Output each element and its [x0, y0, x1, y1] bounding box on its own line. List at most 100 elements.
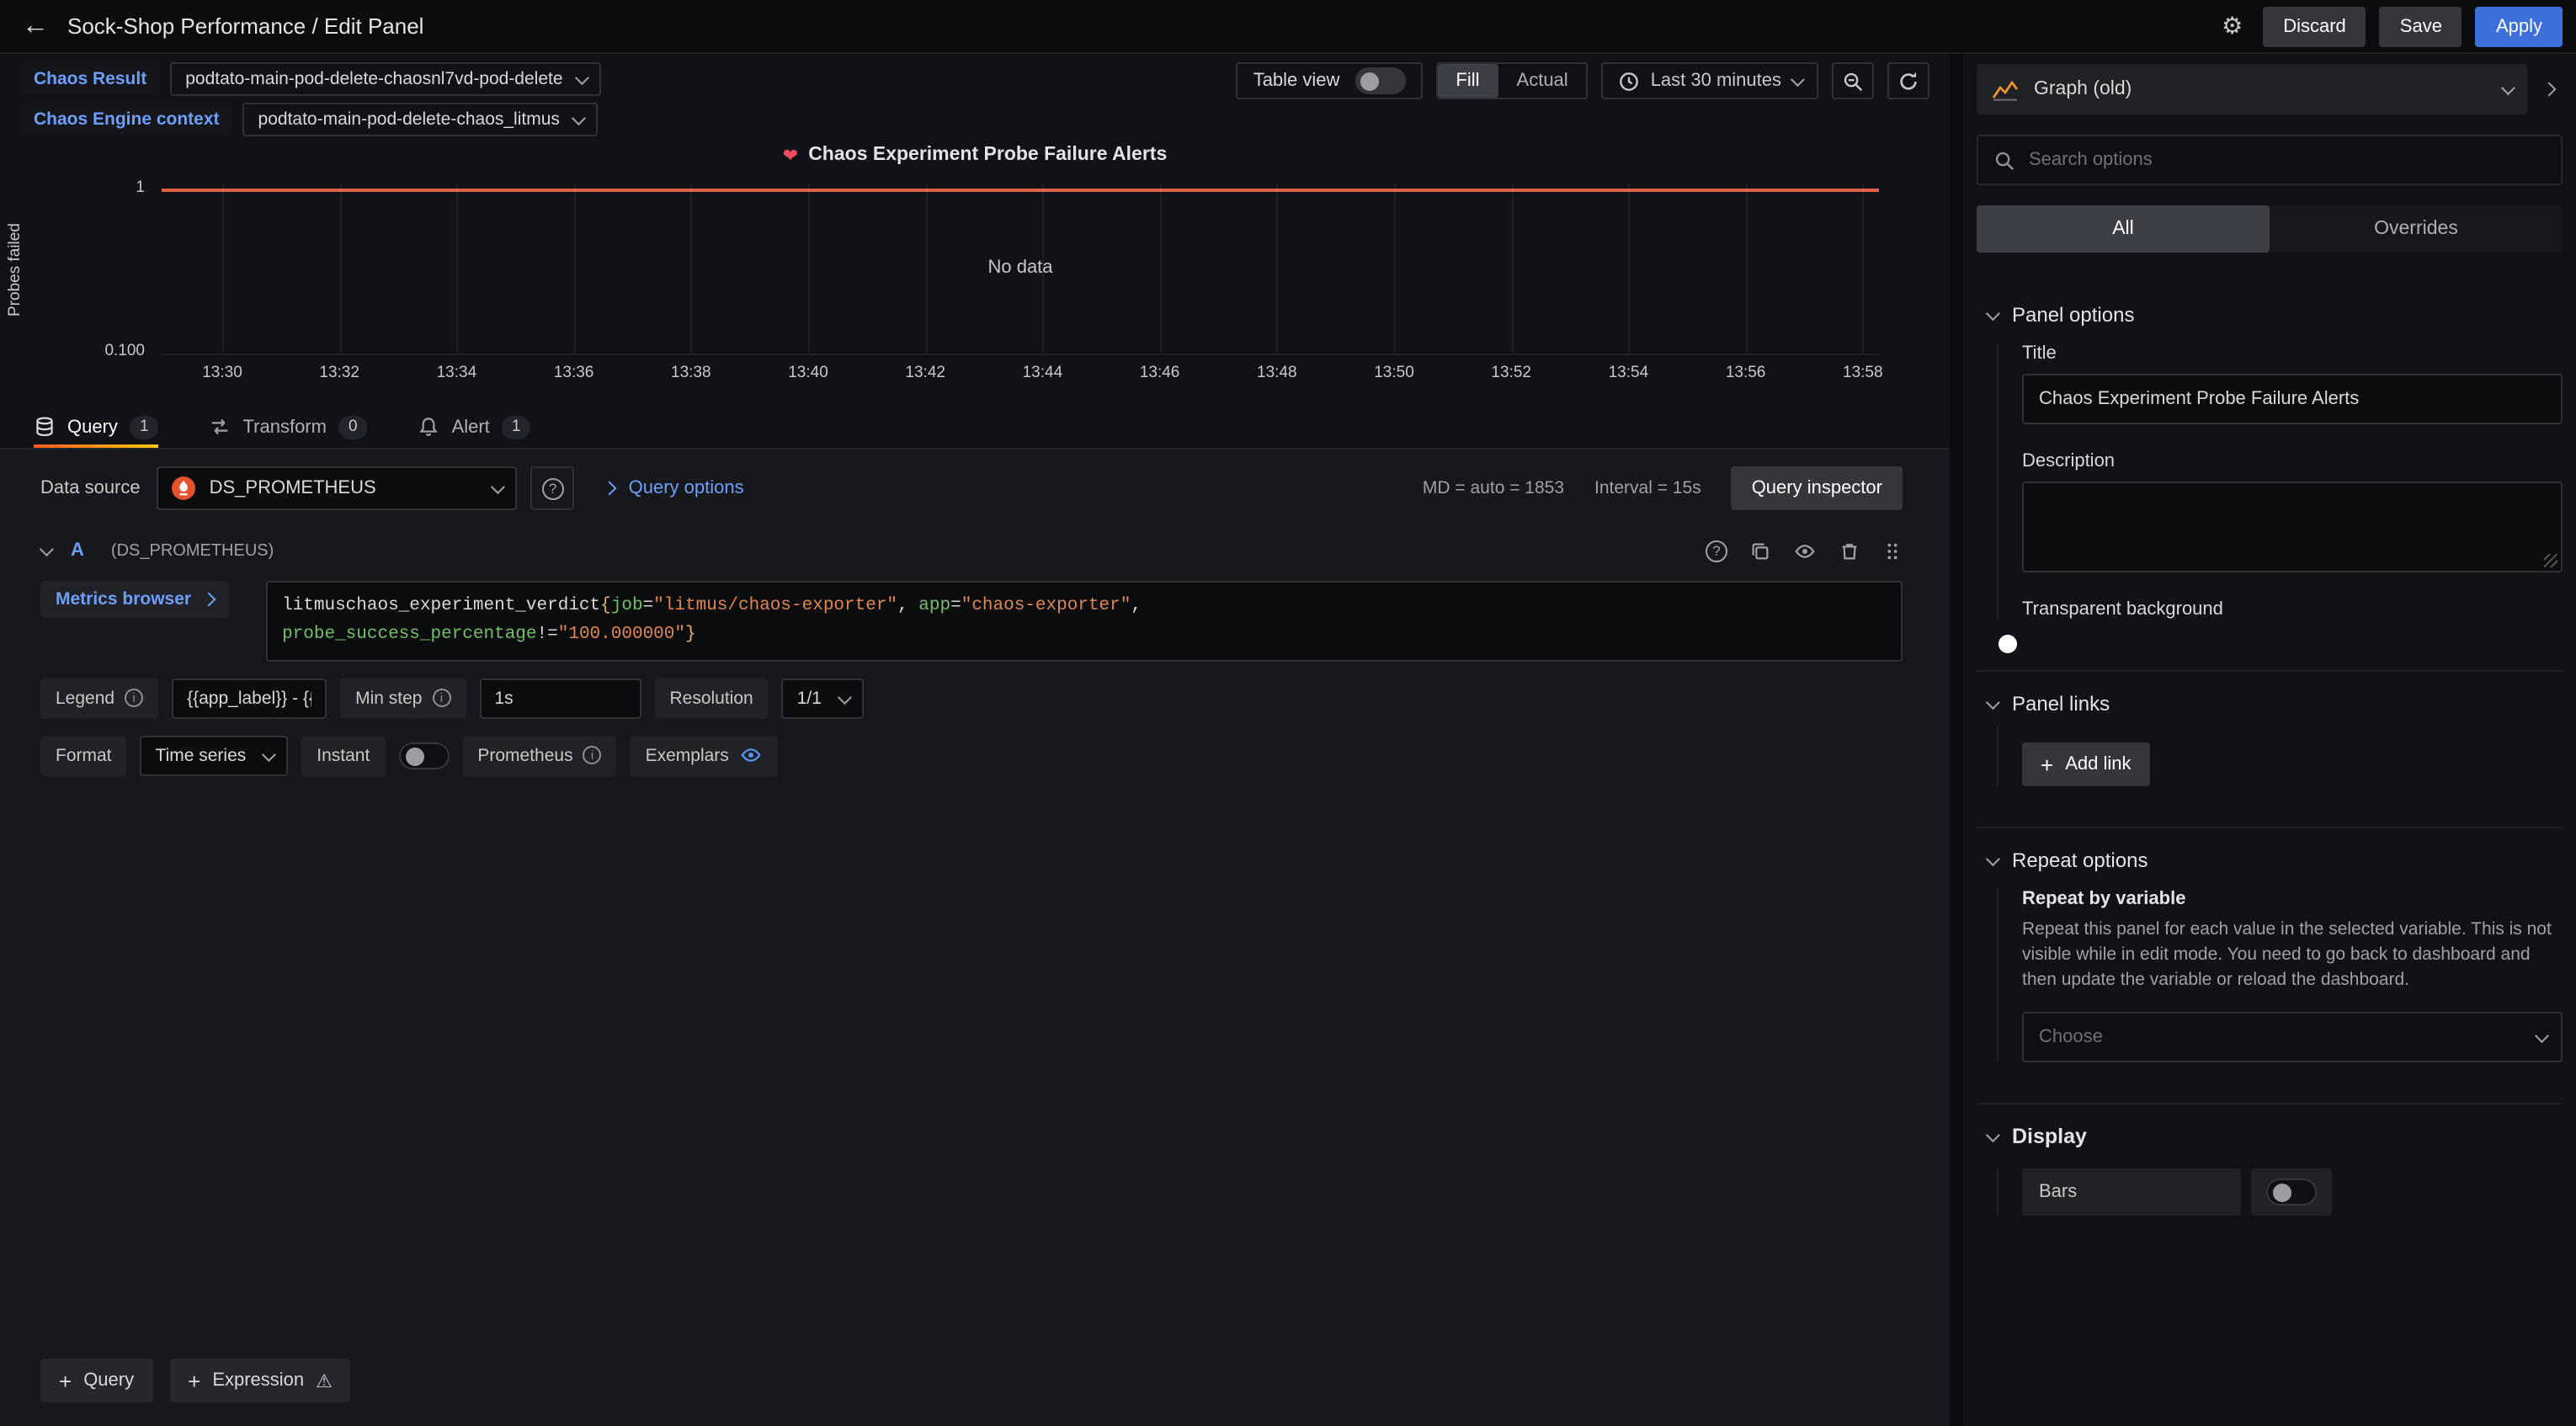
- view-controls: Table view Fill Actual Last 30 minutes: [1237, 62, 1929, 99]
- refresh-button[interactable]: [1887, 62, 1929, 99]
- x-tick-label: 13:32: [319, 364, 359, 382]
- visualization-picker[interactable]: Graph (old): [1977, 64, 2527, 114]
- chevron-down-icon: [1986, 695, 2000, 710]
- panel-description-textarea[interactable]: [2022, 482, 2563, 572]
- add-query-label: Query: [83, 1370, 134, 1391]
- prometheus-icon: [173, 476, 196, 500]
- query-inspector-button[interactable]: Query inspector: [1732, 466, 1903, 510]
- chevron-right-icon: [201, 593, 216, 607]
- variable-label: Chaos Engine context: [20, 103, 233, 136]
- dashboard-variables: Chaos Result podtato-main-pod-delete-cha…: [20, 62, 602, 136]
- format-label: Format: [56, 745, 112, 765]
- tab-all[interactable]: All: [1977, 205, 2270, 253]
- legend-input[interactable]: [172, 678, 327, 718]
- gridline: [1863, 184, 1865, 354]
- x-tick-label: 13:58: [1843, 364, 1883, 382]
- resolution-select[interactable]: 1/1: [782, 678, 864, 718]
- gridline: [1511, 184, 1513, 354]
- instant-switch[interactable]: [398, 742, 449, 769]
- trash-icon[interactable]: [1839, 540, 1860, 561]
- transparent-background-label: Transparent background: [2022, 599, 2563, 620]
- help-icon: ?: [542, 477, 564, 499]
- warning-triangle-icon: ⚠: [316, 1370, 333, 1391]
- graph-viz-icon: [1992, 78, 2019, 100]
- variable-chaos-result: Chaos Result podtato-main-pod-delete-cha…: [20, 62, 602, 96]
- add-link-button[interactable]: + Add link: [2022, 742, 2149, 786]
- back-arrow-icon[interactable]: ←: [17, 11, 54, 41]
- panel-links-section: Panel links + Add link: [1977, 670, 2563, 786]
- datasource-picker[interactable]: DS_PROMETHEUS: [157, 466, 518, 510]
- instant-field-label: Instant: [301, 735, 385, 775]
- copy-icon[interactable]: [1749, 540, 1771, 561]
- min-step-input[interactable]: [479, 678, 641, 718]
- query-expression[interactable]: litmuschaos_experiment_verdict{job="litm…: [265, 581, 1903, 661]
- query-row-actions: ?: [1706, 540, 1903, 561]
- tab-query[interactable]: Query 1: [34, 406, 159, 448]
- datasource-help-button[interactable]: ?: [531, 466, 575, 510]
- display-body: Bars: [1997, 1168, 2563, 1215]
- query-row-header[interactable]: A (DS_PROMETHEUS) ?: [40, 530, 1903, 571]
- apply-button[interactable]: Apply: [2476, 6, 2563, 46]
- bars-label: Bars: [2022, 1168, 2241, 1215]
- drag-handle-icon[interactable]: [1882, 540, 1903, 561]
- x-tick-label: 13:34: [437, 364, 477, 382]
- collapse-options-button[interactable]: [2534, 64, 2563, 114]
- time-range-picker[interactable]: Last 30 minutes: [1602, 62, 1818, 99]
- query-ref-id: A: [71, 540, 84, 561]
- top-bar: ← Sock-Shop Performance / Edit Panel ⚙ D…: [0, 0, 2576, 54]
- fill-option[interactable]: Fill: [1437, 64, 1498, 98]
- eye-icon[interactable]: [1793, 540, 1817, 561]
- resize-handle[interactable]: [2544, 554, 2557, 567]
- zoom-out-button[interactable]: [1832, 62, 1874, 99]
- legend-field-label: Legend i: [40, 678, 158, 718]
- exemplars-field[interactable]: Exemplars: [631, 735, 778, 775]
- discard-button[interactable]: Discard: [2263, 6, 2366, 46]
- add-query-button[interactable]: + Query: [40, 1359, 152, 1402]
- main-area: Chaos Result podtato-main-pod-delete-cha…: [0, 54, 2576, 1426]
- actual-option[interactable]: Actual: [1498, 64, 1587, 98]
- x-tick-label: 13:36: [554, 364, 594, 382]
- repeat-options-header[interactable]: Repeat options: [1977, 849, 2563, 872]
- panel-links-header[interactable]: Panel links: [1977, 692, 2563, 716]
- query-options-toggle[interactable]: Query options: [605, 478, 744, 498]
- help-icon[interactable]: ?: [1706, 540, 1727, 561]
- x-tick-label: 13:42: [905, 364, 945, 382]
- repeat-options-section: Repeat options Repeat by variable Repeat…: [1977, 827, 2563, 1062]
- variable-value-dropdown[interactable]: podtato-main-pod-delete-chaos_litmus: [243, 103, 599, 136]
- save-button[interactable]: Save: [2380, 6, 2462, 46]
- chevron-down-icon: [575, 71, 589, 85]
- y-axis-label: Probes failed: [3, 184, 27, 355]
- tab-alert[interactable]: Alert 1: [418, 406, 531, 448]
- bars-switch[interactable]: [2266, 1178, 2317, 1205]
- panel-options-section: Panel options Title Description Transpar…: [1977, 303, 2563, 630]
- tab-transform[interactable]: Transform 0: [210, 406, 368, 448]
- x-tick-label: 13:38: [671, 364, 711, 382]
- prometheus-type-label: Prometheus i: [462, 735, 616, 775]
- column-divider: [1950, 54, 1963, 1426]
- gear-icon[interactable]: ⚙: [2222, 12, 2243, 40]
- options-search-input[interactable]: [2029, 150, 2546, 170]
- options-sidebar: Graph (old) All Overrides Panel options: [1963, 54, 2576, 1426]
- add-expression-button[interactable]: + Expression ⚠: [169, 1359, 351, 1402]
- variable-value-dropdown[interactable]: podtato-main-pod-delete-chaosnl7vd-pod-d…: [170, 62, 601, 96]
- x-tick-label: 13:40: [788, 364, 828, 382]
- panel-links-body: + Add link: [1997, 726, 2563, 786]
- gridline: [1628, 184, 1630, 354]
- resolution-label: Resolution: [669, 688, 753, 708]
- description-field-label: Description: [2022, 451, 2563, 471]
- panel-options-header[interactable]: Panel options: [1977, 303, 2563, 327]
- repeat-variable-select[interactable]: Choose: [2022, 1011, 2563, 1062]
- panel-title-input[interactable]: [2022, 374, 2563, 424]
- metrics-browser-button[interactable]: Metrics browser: [40, 581, 228, 618]
- tab-overrides[interactable]: Overrides: [2270, 205, 2563, 253]
- chevron-down-icon: [838, 689, 852, 704]
- bell-icon: [418, 416, 440, 438]
- datasource-label: Data source: [40, 478, 141, 498]
- chevron-down-icon: [262, 747, 276, 761]
- format-select[interactable]: Time series: [141, 735, 289, 775]
- plot-area: No data: [162, 184, 1879, 355]
- table-view-switch[interactable]: [1355, 67, 1405, 94]
- chevron-down-icon: [40, 542, 54, 556]
- display-header[interactable]: Display: [1977, 1124, 2563, 1147]
- search-icon: [1993, 149, 2015, 171]
